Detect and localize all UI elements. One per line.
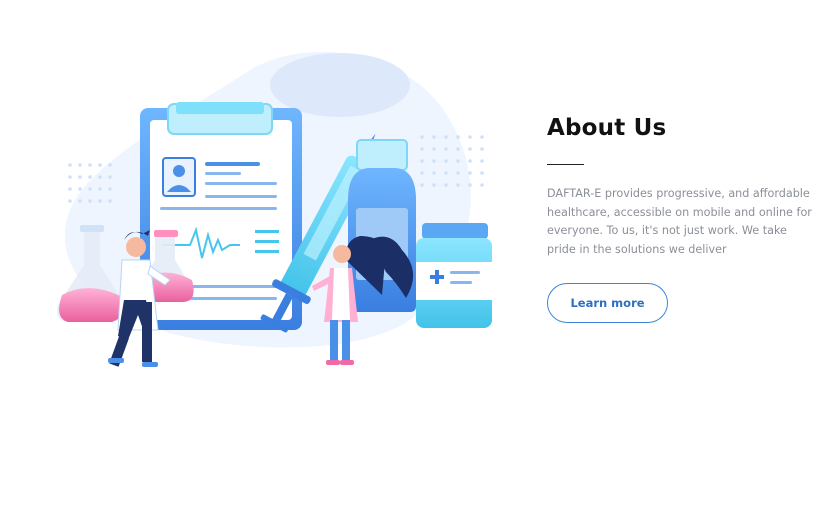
doctors-clipboard-medicine-icon bbox=[57, 51, 492, 367]
about-section: About Us DAFTAR-E provides progressive, … bbox=[547, 115, 817, 324]
about-description: DAFTAR-E provides progressive, and affor… bbox=[547, 187, 812, 256]
title-divider bbox=[547, 164, 584, 165]
about-title: About Us bbox=[547, 115, 667, 141]
medical-illustration bbox=[50, 40, 500, 380]
learn-more-button[interactable]: Learn more bbox=[547, 283, 668, 324]
